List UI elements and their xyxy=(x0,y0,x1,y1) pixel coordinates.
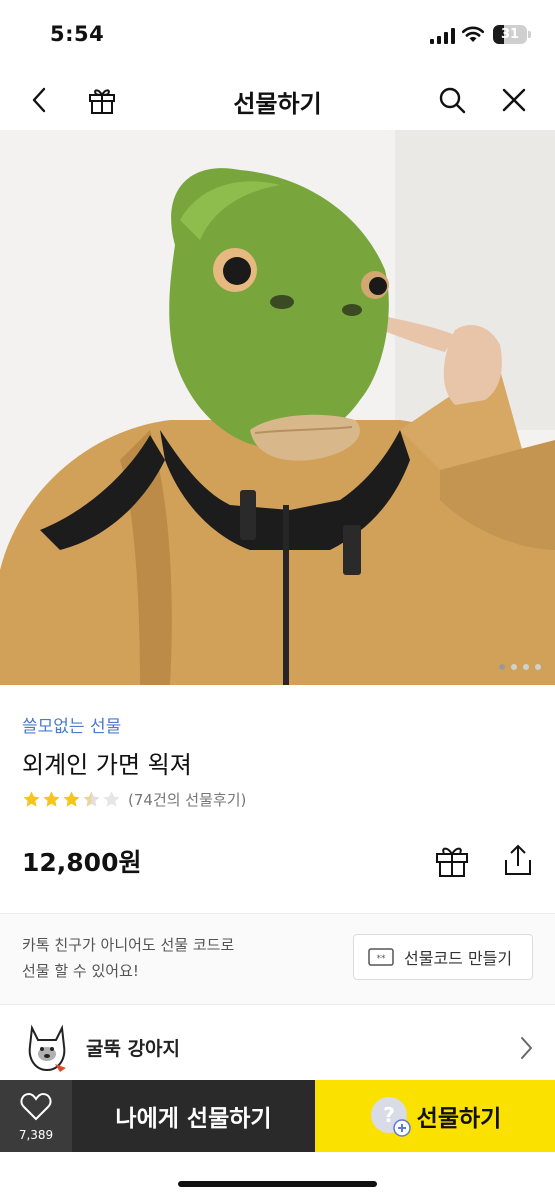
add-friend-gift-icon: ? xyxy=(370,1097,411,1137)
top-navigation: 선물하기 xyxy=(0,70,555,130)
share-button[interactable] xyxy=(498,840,538,880)
share-icon xyxy=(505,844,531,875)
rating-summary[interactable]: (74건의 선물후기) xyxy=(22,789,246,810)
star-empty-icon xyxy=(103,791,120,807)
product-name: 외계인 가면 왹져 xyxy=(22,751,192,779)
gift-icon xyxy=(436,847,468,877)
ticket-icon: ** xyxy=(368,948,394,966)
status-bar: 5:54 31 xyxy=(0,0,555,70)
carousel-dot[interactable] xyxy=(499,664,505,670)
battery-icon: 31 xyxy=(493,25,527,44)
star-filled-icon xyxy=(23,791,40,807)
search-icon xyxy=(439,87,466,114)
svg-text:?: ? xyxy=(383,1103,395,1127)
brand-link[interactable]: 쓸모없는 선물 xyxy=(22,712,121,737)
heart-icon xyxy=(20,1092,52,1121)
carousel-indicator xyxy=(499,664,541,670)
page-title: 선물하기 xyxy=(233,90,322,118)
wifi-icon xyxy=(461,26,485,42)
cellular-signal-icon xyxy=(430,28,455,44)
product-photo xyxy=(0,130,555,685)
star-half-icon xyxy=(83,791,100,807)
carousel-dot[interactable] xyxy=(511,664,517,670)
gift-code-description: 카톡 친구가 아니어도 선물 코드로 선물 할 수 있어요! xyxy=(22,932,234,984)
product-price: 12,800원 xyxy=(22,848,142,877)
create-gift-code-button[interactable]: ** 선물코드 만들기 xyxy=(353,934,533,980)
close-icon xyxy=(502,88,526,112)
product-image-carousel[interactable] xyxy=(0,130,555,685)
chevron-right-icon xyxy=(521,1037,532,1059)
battery-level: 31 xyxy=(500,27,520,42)
seller-avatar xyxy=(28,1024,66,1072)
bottom-action-bar: 7,389 나에게 선물하기 ? 선물하기 xyxy=(0,1080,555,1152)
gift-button-label: 선물하기 xyxy=(416,1106,502,1132)
wishlist-button[interactable]: 7,389 xyxy=(0,1080,72,1152)
wishlist-count: 7,389 xyxy=(18,1128,54,1142)
review-count[interactable]: (74건의 선물후기) xyxy=(128,789,246,810)
seller-name: 굴뚝 강아지 xyxy=(86,1038,181,1060)
search-button[interactable] xyxy=(434,82,470,118)
seller-row[interactable]: 굴뚝 강아지 xyxy=(0,1012,555,1082)
star-filled-icon xyxy=(43,791,60,807)
close-button[interactable] xyxy=(496,82,532,118)
section-divider xyxy=(0,1004,555,1005)
battery-tip xyxy=(528,31,531,38)
gift-code-description-line: 선물 할 수 있어요! xyxy=(22,962,139,980)
gift-button[interactable]: ? 선물하기 xyxy=(315,1080,555,1152)
create-gift-code-label: 선물코드 만들기 xyxy=(404,949,513,968)
star-filled-icon xyxy=(63,791,80,807)
gift-code-description-line: 카톡 친구가 아니어도 선물 코드로 xyxy=(22,936,235,954)
home-indicator[interactable] xyxy=(178,1181,377,1187)
gift-box-button[interactable] xyxy=(433,842,471,880)
carousel-dot[interactable] xyxy=(523,664,529,670)
svg-text:**: ** xyxy=(377,954,387,964)
gift-to-myself-button[interactable]: 나에게 선물하기 xyxy=(72,1080,315,1152)
carousel-dot[interactable] xyxy=(535,664,541,670)
status-time: 5:54 xyxy=(50,22,105,46)
